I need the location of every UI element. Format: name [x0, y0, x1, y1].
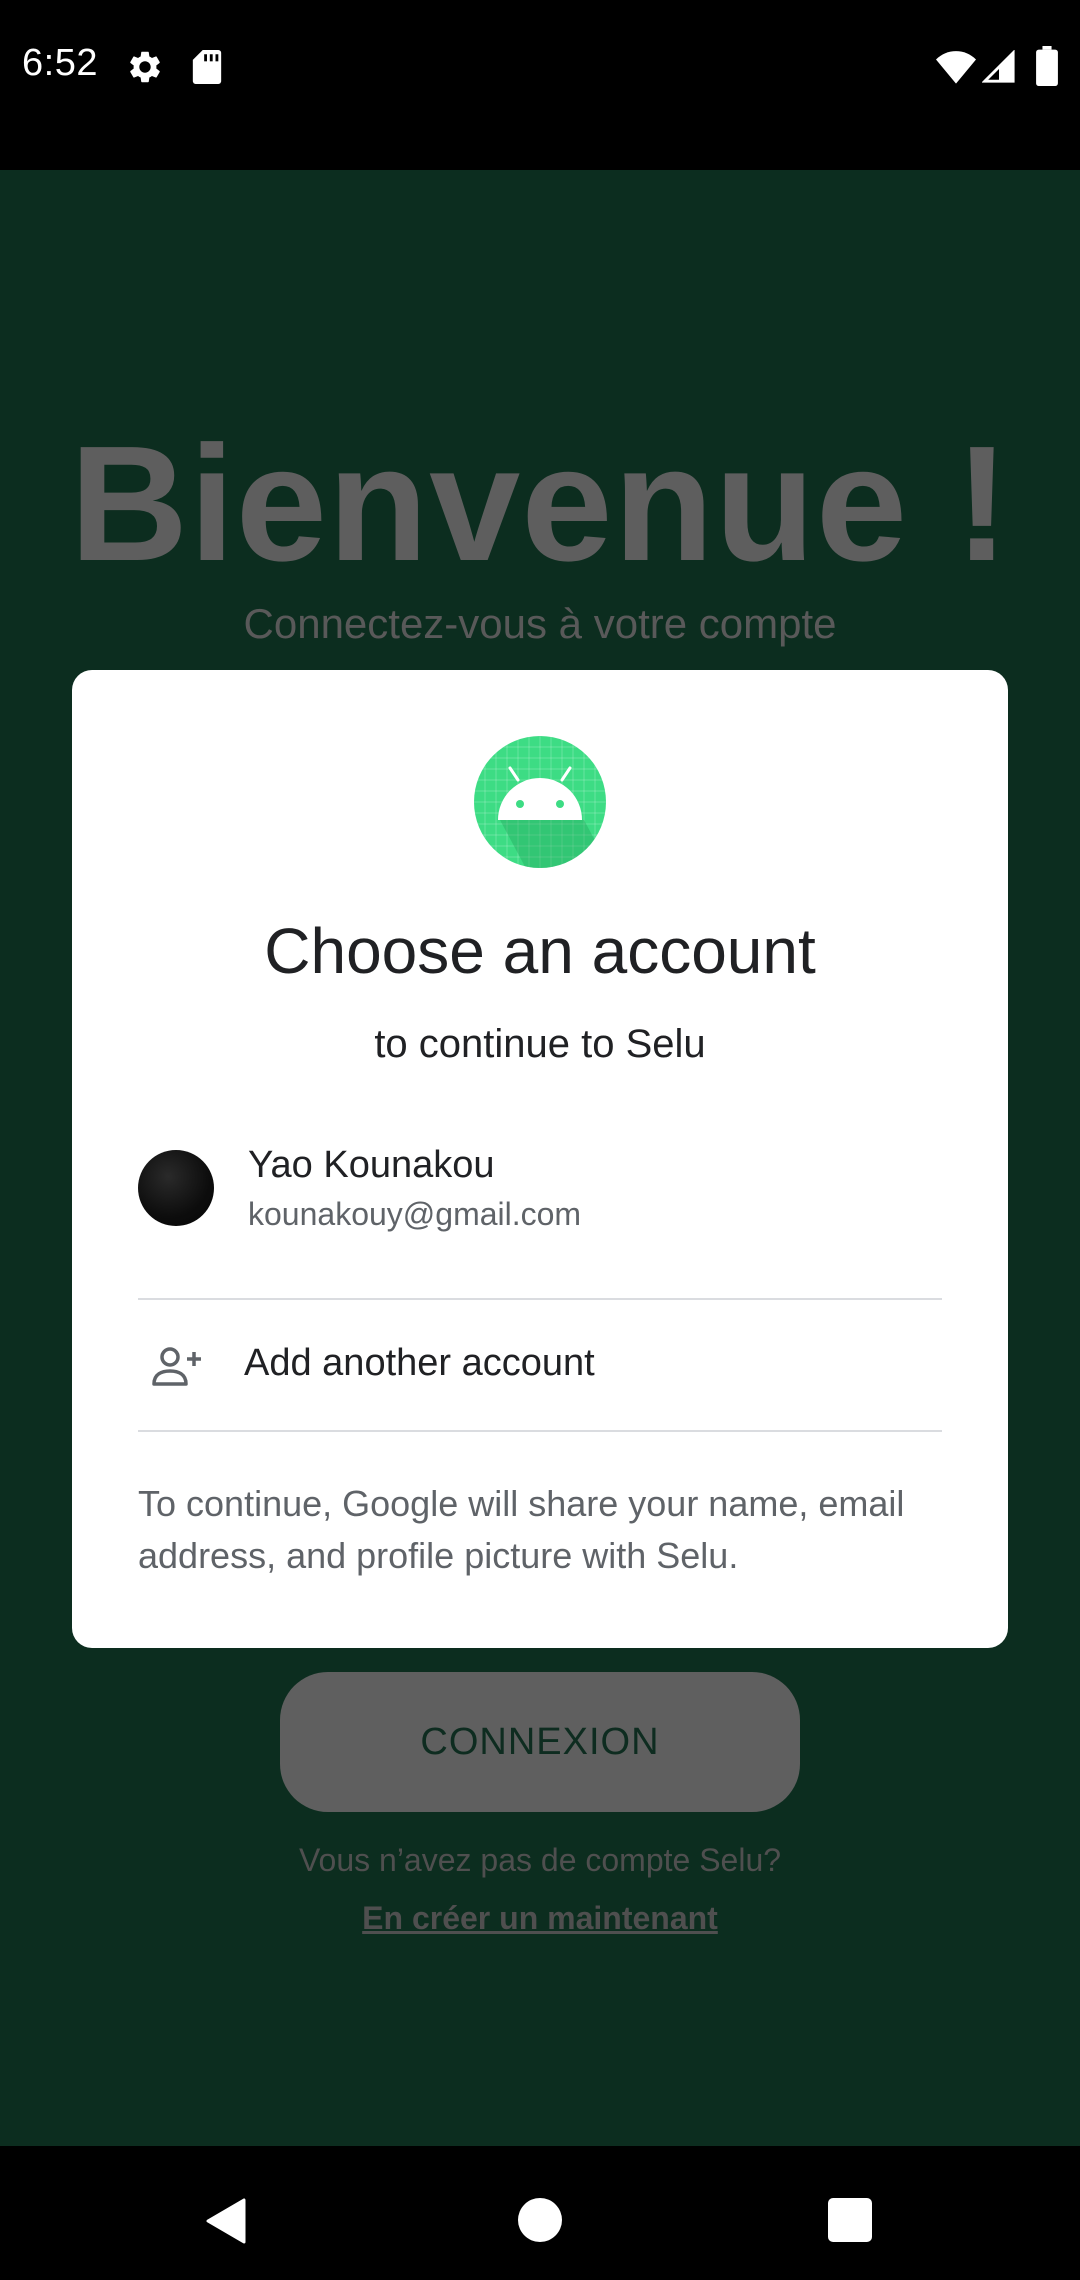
home-icon[interactable] — [518, 2198, 562, 2242]
back-icon[interactable] — [204, 2198, 246, 2244]
battery-icon — [1036, 46, 1058, 86]
account-item[interactable]: Yao Kounakou kounakouy@gmail.com — [138, 1144, 942, 1286]
add-account-button[interactable]: Add another account — [138, 1302, 942, 1428]
status-time: 6:52 — [22, 42, 98, 84]
gear-icon — [130, 51, 160, 83]
navigation-bar — [0, 2146, 1080, 2280]
status-bar: 6:52 — [0, 0, 1080, 170]
cell-signal-icon — [982, 50, 1015, 83]
add-account-label: Add another account — [244, 1342, 595, 1384]
account-email: kounakouy@gmail.com — [248, 1196, 582, 1232]
dialog-title: Choose an account — [264, 915, 816, 987]
recent-apps-icon[interactable] — [828, 2198, 872, 2242]
connexion-button[interactable]: CONNEXION — [280, 1672, 800, 1812]
wifi-icon — [936, 51, 976, 84]
account-name: Yao Kounakou — [248, 1144, 495, 1186]
welcome-title: Bienvenue ! — [69, 412, 1011, 595]
welcome-subtitle: Connectez-vous à votre compte — [243, 600, 837, 647]
divider — [138, 1298, 942, 1300]
no-account-text: Vous n’avez pas de compte Selu? — [298, 1842, 782, 1878]
create-account-link[interactable]: En créer un maintenant — [0, 1900, 1080, 1937]
divider — [138, 1430, 942, 1432]
avatar — [138, 1150, 214, 1226]
sd-card-icon — [192, 50, 222, 84]
privacy-disclaimer: To continue, Google will share your name… — [138, 1483, 905, 1576]
android-logo-icon — [474, 736, 606, 868]
device-screen: 6:52 Bienvenue ! Connectez-vous à votre … — [0, 0, 1080, 2280]
dialog-subtitle: to continue to Selu — [374, 1022, 706, 1066]
account-chooser-dialog: Choose an account to continue to Selu Ya… — [72, 670, 1008, 1648]
add-person-icon — [152, 1347, 201, 1386]
